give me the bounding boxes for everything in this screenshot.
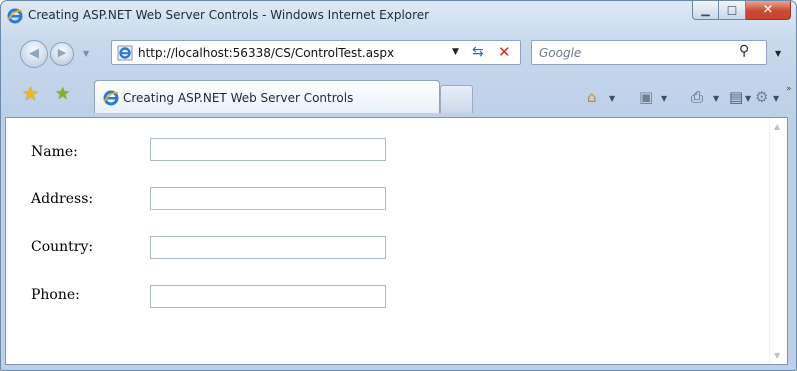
vertical-scrollbar[interactable]: ▲ ▼ (769, 118, 787, 364)
browser-window: Creating ASP.NET Web Server Controls - W… (0, 0, 797, 371)
name-field[interactable] (150, 138, 386, 161)
ie-logo-icon (7, 8, 23, 24)
forward-arrow-icon: ▶ (57, 46, 67, 59)
stop-icon[interactable]: ✕ (498, 43, 511, 61)
favorites-star-icon[interactable]: ★ (22, 83, 39, 105)
print-dropdown-icon[interactable]: ▼ (713, 94, 719, 103)
page-menu-icon[interactable]: ▤ (729, 88, 743, 106)
search-placeholder: Google (539, 46, 582, 60)
close-icon: ✕ (762, 2, 774, 18)
tools-dropdown-icon[interactable]: ▼ (773, 94, 779, 103)
address-bar[interactable]: http://localhost:56338/CS/ControlTest.as… (111, 40, 521, 65)
title-bar: Creating ASP.NET Web Server Controls - W… (1, 1, 796, 31)
new-tab-button[interactable] (440, 85, 473, 113)
add-favorites-icon[interactable]: ★ (55, 84, 70, 104)
back-arrow-icon: ◀ (29, 46, 39, 61)
url-text[interactable]: http://localhost:56338/CS/ControlTest.as… (138, 46, 394, 60)
window-title: Creating ASP.NET Web Server Controls - W… (28, 8, 430, 22)
page-icon (117, 45, 133, 61)
home-dropdown-icon[interactable]: ▼ (609, 94, 615, 103)
close-button[interactable]: ✕ (746, 1, 791, 20)
address-row: ◀ ▶ ▼ http://localhost:56338/CS/ControlT… (1, 34, 796, 74)
page-content: Name: Address: Country: Phone: ▲ ▼ (5, 117, 788, 365)
window-controls: ▁ □ ✕ (692, 1, 791, 21)
more-commands-icon[interactable]: » (786, 84, 792, 94)
phone-label: Phone: (31, 287, 80, 303)
address-label: Address: (31, 191, 94, 207)
search-icon[interactable]: ⚲ (739, 43, 749, 59)
search-options-dropdown-icon[interactable]: ▼ (775, 49, 781, 58)
recent-pages-dropdown-icon[interactable]: ▼ (83, 49, 89, 58)
refresh-icon[interactable]: ⇆ (472, 44, 484, 60)
feeds-icon[interactable]: ▣ (639, 88, 653, 106)
scroll-up-icon[interactable]: ▲ (774, 122, 780, 131)
tab-label: Creating ASP.NET Web Server Controls (123, 91, 354, 105)
tab-active[interactable]: Creating ASP.NET Web Server Controls (94, 80, 440, 113)
search-input[interactable]: Google (531, 40, 767, 65)
feeds-dropdown-icon[interactable]: ▼ (661, 94, 667, 103)
gear-icon[interactable]: ⚙ (755, 88, 768, 106)
forward-button[interactable]: ▶ (50, 42, 74, 66)
minimize-icon: ▁ (701, 3, 710, 17)
home-icon[interactable]: ⌂ (587, 88, 597, 106)
minimize-button[interactable]: ▁ (692, 1, 719, 20)
print-icon[interactable]: ⎙ (691, 88, 703, 106)
phone-field[interactable] (150, 285, 386, 308)
tab-ie-icon (103, 90, 119, 106)
tab-row: ★ ★ Creating ASP.NET Web Server Controls… (1, 80, 796, 116)
page-dropdown-icon[interactable]: ▼ (745, 94, 751, 103)
address-field[interactable] (150, 187, 386, 210)
maximize-button[interactable]: □ (719, 1, 746, 20)
maximize-icon: □ (726, 3, 738, 17)
address-dropdown-icon[interactable]: ▼ (452, 47, 459, 57)
country-field[interactable] (150, 236, 386, 259)
country-label: Country: (31, 239, 94, 255)
name-label: Name: (31, 144, 78, 160)
scroll-down-icon[interactable]: ▼ (774, 351, 780, 360)
back-button[interactable]: ◀ (20, 40, 48, 68)
